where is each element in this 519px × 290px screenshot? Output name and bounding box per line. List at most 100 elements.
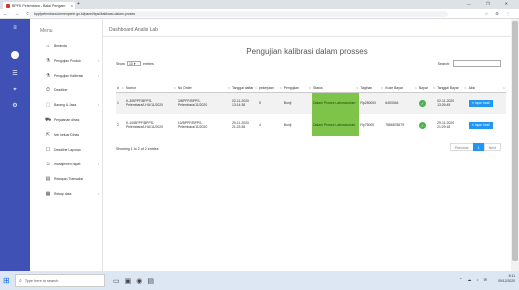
sort-icon[interactable]: ⇅ xyxy=(415,86,418,90)
cell-tanggal: 02-11-2020 13:14:38 xyxy=(230,92,258,114)
sort-icon[interactable]: ⇅ xyxy=(122,86,125,90)
check-icon: ✓ xyxy=(419,99,427,107)
tab-close-icon[interactable]: × xyxy=(71,3,73,8)
chart-icon: ▦ xyxy=(45,191,51,197)
icon-strip: ≡ ☰ ⌖ ⚙ xyxy=(0,19,30,271)
paid-cell: ✓ xyxy=(418,92,437,114)
sort-icon[interactable]: ⇅ xyxy=(356,86,359,90)
cell-pekerjaan: 5 xyxy=(258,92,283,114)
sidebar-item[interactable]: ☐ Deadline Laporan xyxy=(45,147,101,153)
sort-icon[interactable]: ⇅ xyxy=(173,86,176,90)
system-tray[interactable]: ⌃ ☁ ♪ ✉ xyxy=(459,277,489,282)
url-field[interactable]: bppfpelembara.kemenperin.go.id/panel/bps… xyxy=(28,11,448,17)
next-button[interactable]: Next xyxy=(483,143,501,151)
sidebar-item-label: Pengujian Produk xyxy=(54,58,81,63)
table-row: 2 K-10/BPPF/BPPS-Pelembara/LHU/11/2020 10/… xyxy=(116,114,506,136)
column-header[interactable]: Aksi ⇅ xyxy=(467,78,506,93)
windows-start-icon[interactable]: ⊞ xyxy=(3,276,13,286)
chevron-right-icon: › xyxy=(97,58,99,63)
paid-cell: ✓ xyxy=(418,114,436,136)
sidebar-item[interactable]: ⚗ Pengujian Produk › xyxy=(45,58,101,64)
sidebar: Menu ⌂ Beranda ⚗ Pengujian Produk › ⚗ Pengujia… xyxy=(30,19,103,271)
cell-num: 1 xyxy=(116,92,126,114)
new-tab-button[interactable]: + xyxy=(77,1,80,7)
cell-tagihan: Rp75000 xyxy=(360,123,375,127)
cell-kode: 7886878679 xyxy=(385,123,405,127)
cell-tanggal: 29-11-2020 21:23:38 xyxy=(231,121,250,129)
column-header[interactable]: # ⇅ xyxy=(116,78,126,93)
scroll-thumb[interactable] xyxy=(512,21,518,261)
lapor-hasil-button[interactable]: ✎ lapor hasil xyxy=(468,99,493,107)
search-input[interactable] xyxy=(453,60,501,67)
column-header[interactable]: Pengujian ⇅ xyxy=(282,78,313,93)
sidebar-item[interactable]: ⚗ Pengujian Kalibrasi › xyxy=(45,73,101,79)
avatar-icon[interactable] xyxy=(11,51,19,59)
lapor-hasil-button[interactable]: ✎ lapor hasil xyxy=(468,121,493,129)
column-header[interactable]: Bayar ⇅ xyxy=(418,78,437,93)
sort-icon[interactable]: ⇅ xyxy=(502,86,505,90)
settings-icon[interactable]: ⚙ xyxy=(11,103,19,109)
sidebar-item[interactable]: ⏱ Deadline xyxy=(45,87,101,93)
action-cell: ✎ lapor hasil xyxy=(467,92,506,114)
button-label: lapor hasil xyxy=(475,101,490,106)
cell-order: 3/BPPF/BPPS-Pelembara/11/2020 xyxy=(176,92,231,114)
column-header[interactable]: Tanggal Bayar ⇅ xyxy=(436,78,468,93)
task-view-icon[interactable]: ▭ xyxy=(113,277,125,285)
column-header[interactable]: Nomor ⇅ xyxy=(125,78,177,93)
sort-icon[interactable]: ⇅ xyxy=(381,86,384,90)
favicon-icon xyxy=(6,3,10,8)
sort-icon[interactable]: ⇅ xyxy=(279,86,282,90)
sort-icon[interactable]: ⇅ xyxy=(254,86,257,90)
chrome-icon[interactable]: ◉ xyxy=(136,277,147,285)
excel-icon[interactable]: ▤ xyxy=(147,277,159,285)
sort-icon[interactable]: ⇅ xyxy=(309,86,312,90)
sidebar-item[interactable]: ▤ Rekapan Transaksi xyxy=(45,176,101,182)
column-header[interactable]: Status ⇅ xyxy=(312,78,360,93)
table-row: 1 K-3/BPPF/BPPS-Pelembara/LHU/11/2020 3/BP… xyxy=(116,92,506,114)
page-scrollbar[interactable] xyxy=(511,19,519,271)
column-header[interactable]: Kode Bayar ⇅ xyxy=(384,78,419,93)
taskbar-search[interactable]: ⌕ Type here to search xyxy=(15,274,105,287)
clock-icon: ⏱ xyxy=(46,87,50,94)
cell-nomor: K-3/BPPF/BPPS-Pelembara/LHU/11/2020 xyxy=(125,92,177,114)
column-header[interactable]: pekerjaan ⇅ xyxy=(258,78,283,93)
sidebar-item[interactable]: ▦ Rekap data › xyxy=(45,191,101,197)
list-icon[interactable]: ☰ xyxy=(11,71,19,77)
taskbar-apps[interactable]: ▭ ▣ ◉ ▤ xyxy=(113,277,159,285)
location-icon[interactable]: ⌖ xyxy=(11,87,19,93)
sidebar-item[interactable]: ☺ manajemen rapat › xyxy=(45,161,101,167)
chevron-right-icon: › xyxy=(97,73,99,78)
check-icon: ✓ xyxy=(419,121,427,129)
column-header-label: # xyxy=(117,85,119,90)
sort-icon[interactable]: ⇅ xyxy=(227,86,230,90)
column-header[interactable]: No Order ⇅ xyxy=(176,78,231,93)
cell-pengujian: Bunji xyxy=(282,92,313,114)
sidebar-item[interactable]: ⌂ Beranda xyxy=(45,43,101,49)
browser-tab[interactable]: BPFK Pelembara - Balai Pengam × xyxy=(3,2,75,9)
sort-icon[interactable]: ⇅ xyxy=(464,86,467,90)
sort-icon[interactable]: ⇅ xyxy=(433,86,436,90)
sidebar-item-label: Barang & Jasa xyxy=(54,103,77,108)
window-controls[interactable]: — ❐ ✕ xyxy=(467,1,515,6)
sidebar-item[interactable]: ⬚ Barang & Jasa › xyxy=(45,102,101,108)
people-icon: ☺ xyxy=(45,161,51,168)
entries-select[interactable]: 10 ▾ xyxy=(127,61,141,66)
file-explorer-icon[interactable]: ▣ xyxy=(125,277,137,285)
browser-tab-bar: BPFK Pelembara - Balai Pengam × + — ❐ ✕ xyxy=(0,0,519,9)
extension-icons[interactable]: ☆ ⚙ ⋮ xyxy=(485,11,513,16)
taskbar: ⊞ ⌕ Type here to search ▭ ▣ ◉ ▤ ⌃ ☁ ♪ ✉ … xyxy=(0,271,519,290)
menu-icon[interactable]: ≡ xyxy=(11,25,19,31)
page-title: Pengujian kalibrasi dalam prosses xyxy=(246,47,368,56)
sidebar-item[interactable]: ⇱ Izin keluar Dinas xyxy=(45,132,101,138)
main-content: Pengujian kalibrasi dalam prosses Show 1… xyxy=(103,37,511,271)
sidebar-item-label: Rekapan Transaksi xyxy=(54,177,84,182)
status-cell: Dalam Proses Laboratorium xyxy=(312,114,360,136)
list-icon: ▤ xyxy=(45,176,51,183)
column-header[interactable]: Tagihan ⇅ xyxy=(359,78,385,93)
previous-button[interactable]: Previous xyxy=(449,143,474,151)
clock[interactable]: 8:11 09/12/2020 xyxy=(498,274,515,284)
sidebar-item[interactable]: ⛟ Perjalanan dinas xyxy=(45,117,101,123)
cell-pekerjaan: 4 xyxy=(259,123,261,127)
column-header[interactable]: Tanggal daftar ⇅ xyxy=(230,78,258,93)
exit-icon: ⇱ xyxy=(45,131,51,138)
